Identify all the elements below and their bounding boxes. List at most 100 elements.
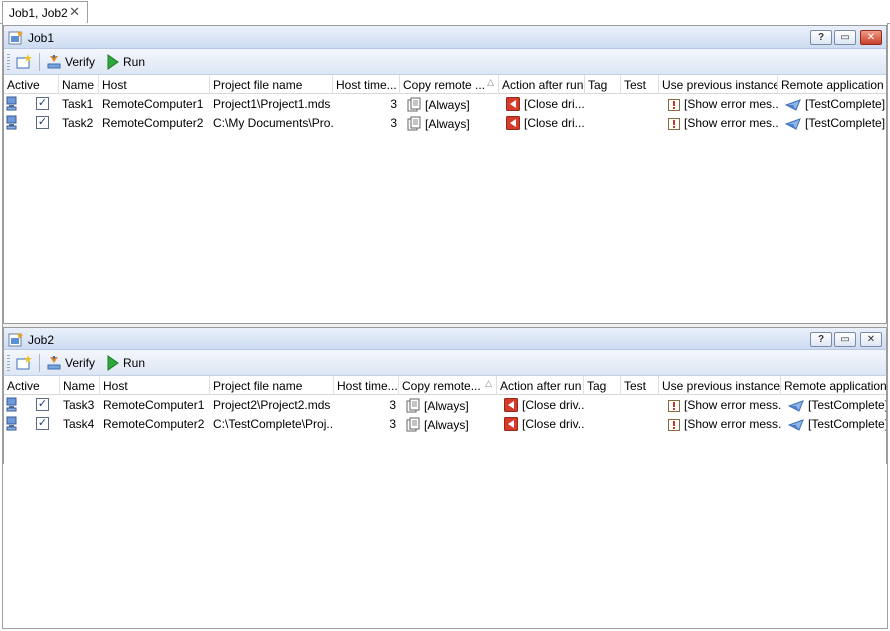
verify-button[interactable]: Verify (46, 354, 95, 372)
close-button[interactable]: ✕ (860, 30, 882, 45)
tab-close-icon[interactable]: ✕ (69, 4, 80, 20)
column-header-name[interactable]: Name (59, 75, 99, 94)
cell-action[interactable]: [Close driv... (501, 414, 584, 433)
cell-copy[interactable]: [Always] (403, 395, 497, 414)
cell-host[interactable]: RemoteComputer2 (99, 113, 210, 132)
cell-project[interactable]: Project2\Project2.mds (210, 395, 334, 414)
cell-host-timeout[interactable]: 3 (340, 94, 400, 113)
cell-project[interactable]: C:\My Documents\Pro... (210, 113, 334, 132)
cell-prev-instance[interactable]: [Show error mess... (665, 414, 781, 433)
column-header-remote-app[interactable]: Remote application (778, 75, 886, 94)
table-row[interactable]: ✓ Task4 RemoteComputer2 C:\TestComplete\Pro… (4, 414, 886, 433)
cell-test[interactable] (621, 414, 659, 433)
panel-title: Job2 (28, 333, 55, 347)
column-header-prev-instance[interactable]: Use previous instance (659, 75, 778, 94)
sort-ascending-icon: △ (487, 77, 494, 87)
column-header-prev-instance[interactable]: Use previous instance (659, 376, 781, 395)
run-button[interactable]: Run (106, 53, 145, 71)
column-header-active[interactable]: Active (4, 376, 60, 395)
column-header-copy[interactable]: Copy remote ... △ (400, 75, 499, 94)
run-button[interactable]: Run (106, 354, 145, 372)
cell-host[interactable]: RemoteComputer1 (100, 395, 210, 414)
cell-test[interactable] (621, 94, 659, 113)
active-checkbox[interactable]: ✓ (36, 116, 49, 129)
active-checkbox[interactable]: ✓ (36, 417, 49, 430)
cell-copy[interactable]: [Always] (404, 113, 499, 132)
cell-remote-app[interactable]: [TestComplete] (782, 94, 886, 113)
active-checkbox[interactable]: ✓ (36, 97, 49, 110)
column-header-project[interactable]: Project file name (210, 376, 334, 395)
column-header-timeout[interactable]: Host time... (333, 75, 400, 94)
cell-name[interactable]: Task1 (59, 94, 99, 113)
cell-tag[interactable] (584, 414, 621, 433)
cell-test[interactable] (621, 113, 659, 132)
cell-copy[interactable]: [Always] (403, 414, 497, 433)
cell-project[interactable]: Project1\Project1.mds (210, 94, 334, 113)
help-button[interactable]: ? (810, 30, 832, 45)
cell-action[interactable]: [Close dri... (503, 94, 585, 113)
error-message-icon (668, 99, 680, 111)
cell-name[interactable]: Task2 (59, 113, 99, 132)
column-header-tag[interactable]: Tag (584, 376, 621, 395)
column-header-action[interactable]: Action after run (499, 75, 585, 94)
toolbar-separator (39, 354, 40, 372)
cell-action[interactable]: [Close dri... (503, 113, 585, 132)
testcomplete-icon (785, 99, 801, 111)
job2-panel: Job2 ? ▭ ✕ Verify Run Active Name Host P… (3, 327, 887, 627)
table-row[interactable]: ✓ Task2 RemoteComputer2 C:\My Documents\Pro… (4, 113, 886, 132)
cell-host[interactable]: RemoteComputer1 (99, 94, 210, 113)
close-driver-icon (506, 97, 520, 111)
cell-project[interactable]: C:\TestComplete\Proj... (210, 414, 334, 433)
cell-host-timeout[interactable]: 3 (340, 113, 400, 132)
tab-job1-job2[interactable]: Job1, Job2 ✕ (2, 1, 88, 24)
tasks-grid: Active Name Host Project file name Host … (4, 75, 886, 132)
new-task-icon[interactable] (16, 54, 32, 70)
cell-host-timeout[interactable]: 3 (339, 395, 399, 414)
cell-name[interactable]: Task4 (60, 414, 100, 433)
restore-button[interactable]: ▭ (834, 30, 856, 45)
column-header-action[interactable]: Action after run (497, 376, 584, 395)
column-header-project[interactable]: Project file name (210, 75, 333, 94)
column-header-test[interactable]: Test (621, 75, 659, 94)
column-header-timeout[interactable]: Host time... (334, 376, 399, 395)
cell-tag[interactable] (585, 113, 621, 132)
column-header-copy[interactable]: Copy remote... △ (399, 376, 497, 395)
column-header-copy-label: Copy remote... (402, 379, 481, 393)
restore-button[interactable]: ▭ (834, 332, 856, 347)
column-header-active[interactable]: Active (4, 75, 59, 94)
cell-host[interactable]: RemoteComputer2 (100, 414, 210, 433)
column-header-remote-app[interactable]: Remote application (781, 376, 886, 395)
column-header-host[interactable]: Host (99, 75, 210, 94)
column-header-host[interactable]: Host (100, 376, 210, 395)
cell-test[interactable] (621, 395, 659, 414)
tasks-grid: Active Name Host Project file name Host … (3, 376, 887, 464)
close-button[interactable]: ✕ (860, 332, 882, 347)
column-header-name[interactable]: Name (60, 376, 100, 395)
table-row[interactable]: ✓ Task3 RemoteComputer1 Project2\Project2.m… (4, 395, 886, 414)
cell-name[interactable]: Task3 (60, 395, 100, 414)
cell-action[interactable]: [Close driv... (501, 395, 584, 414)
cell-prev-instance[interactable]: [Show error mes... (665, 113, 778, 132)
column-header-tag[interactable]: Tag (585, 75, 621, 94)
cell-copy[interactable]: [Always] (404, 94, 499, 113)
active-checkbox[interactable]: ✓ (36, 398, 49, 411)
error-message-icon (668, 118, 680, 130)
cell-remote-app[interactable]: [TestComplete] (782, 113, 886, 132)
cell-host-timeout[interactable]: 3 (339, 414, 399, 433)
cell-remote-app[interactable]: [TestComplete] (785, 414, 886, 433)
run-icon (107, 54, 119, 70)
cell-prev-instance[interactable]: [Show error mes... (665, 94, 778, 113)
column-header-test[interactable]: Test (621, 376, 659, 395)
cell-remote-app[interactable]: [TestComplete] (785, 395, 886, 414)
cell-name-text: Task3 (63, 398, 95, 412)
cell-host-text: RemoteComputer2 (103, 417, 205, 431)
new-task-icon[interactable] (16, 355, 32, 371)
cell-tag[interactable] (585, 94, 621, 113)
table-row[interactable]: ✓ Task1 RemoteComputer1 Project1\Project1.m… (4, 94, 886, 113)
help-button[interactable]: ? (810, 332, 832, 347)
cell-project-text: C:\TestComplete\Proj... (213, 417, 334, 431)
cell-tag[interactable] (584, 395, 621, 414)
verify-button[interactable]: Verify (46, 53, 95, 71)
cell-prev-instance[interactable]: [Show error mess... (665, 395, 781, 414)
cell-copy-text: [Always] (424, 399, 469, 413)
